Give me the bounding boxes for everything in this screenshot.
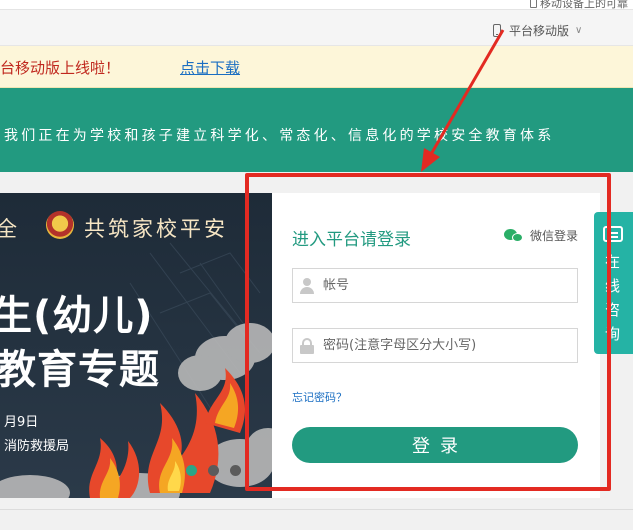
carousel-dot-3[interactable] (230, 465, 241, 476)
carousel-dot-1[interactable] (186, 465, 197, 476)
wechat-login-label: 微信登录 (530, 229, 579, 243)
top-strip (0, 0, 633, 10)
login-button[interactable]: 登录 (292, 427, 578, 463)
carousel-dot-2[interactable] (208, 465, 219, 476)
notice-message: 台移动版上线啦！ (0, 59, 121, 77)
chat-icon (603, 226, 623, 242)
top-cut-text: 移动设备上的可靠 (540, 0, 628, 10)
banner-carousel[interactable]: 全 共筑家校平安 生(幼儿) 教育专题 月9日 消防救援局 (0, 193, 272, 498)
login-title: 进入平台请登录 (292, 230, 411, 250)
user-icon (299, 277, 315, 294)
lock-icon (299, 337, 315, 354)
chevron-down-icon: ∨ (575, 24, 583, 36)
fire-rescue-emblem (46, 211, 74, 239)
phone-icon (530, 0, 537, 8)
mobile-version-label: 平台移动版 (509, 23, 570, 38)
forgot-password-link[interactable]: 忘记密码？ (292, 389, 347, 405)
notice-bar: 台移动版上线啦！ 点击下载 (0, 46, 633, 88)
download-link[interactable]: 点击下载 (180, 57, 240, 78)
top-header: 移动设备上的可靠 平台移动版 ∨ (0, 0, 633, 46)
mobile-phone-icon (493, 23, 501, 37)
login-panel: 进入平台请登录 微信登录 忘记密码？ 登录 (272, 193, 600, 498)
username-field[interactable] (292, 268, 578, 303)
password-field[interactable] (292, 328, 578, 363)
online-consult-tab[interactable]: 在线咨询 (594, 212, 633, 354)
carousel-dots (186, 465, 241, 476)
banner-organization: 消防救援局 (4, 439, 70, 454)
banner-line1-right: 共筑家校平安 (84, 217, 228, 241)
page: 移动设备上的可靠 平台移动版 ∨ 台移动版上线啦！ 点击下载 我们正在为学校和孩… (0, 0, 633, 530)
wechat-login-link[interactable]: 微信登录 (504, 227, 578, 244)
banner-date: 月9日 (4, 415, 39, 430)
password-input[interactable] (323, 338, 563, 353)
banner-line1-left: 全 (0, 217, 19, 241)
slogan-band: 我们正在为学校和孩子建立科学化、常态化、信息化的学校安全教育体系 (0, 88, 633, 172)
divider (0, 509, 633, 510)
online-consult-label: 在线咨询 (605, 253, 621, 343)
banner-title-line1: 生(幼儿) (0, 293, 154, 339)
banner-title-line2: 教育专题 (0, 347, 160, 393)
slogan-text: 我们正在为学校和孩子建立科学化、常态化、信息化的学校安全教育体系 (4, 128, 555, 144)
wechat-icon (504, 228, 524, 243)
username-input[interactable] (323, 278, 563, 293)
mobile-version-link[interactable]: 平台移动版 ∨ (493, 20, 582, 40)
